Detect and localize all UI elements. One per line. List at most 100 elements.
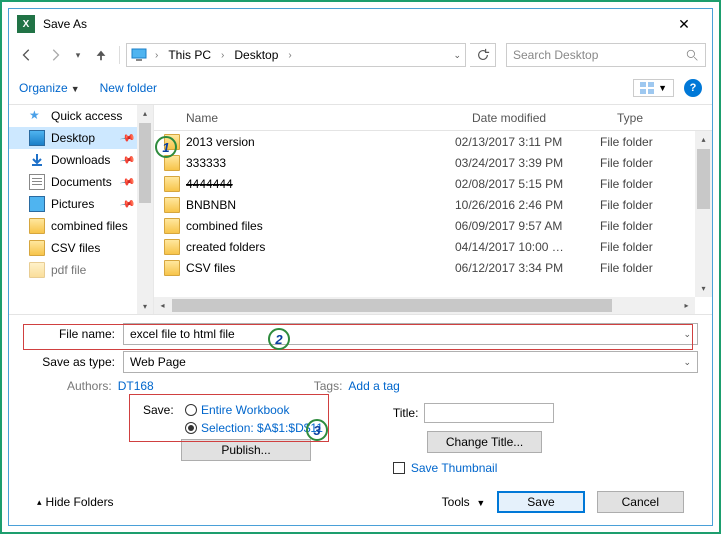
save-button[interactable]: Save: [497, 491, 584, 513]
chevron-right-icon[interactable]: ›: [219, 50, 226, 61]
chevron-right-icon[interactable]: ›: [286, 50, 293, 61]
breadcrumb-thispc[interactable]: This PC: [166, 48, 213, 62]
organize-menu[interactable]: Organize▼: [19, 81, 80, 95]
hide-folders-button[interactable]: ▴Hide Folders: [37, 495, 114, 509]
breadcrumb-desktop[interactable]: Desktop: [232, 48, 280, 62]
folder-icon: [164, 197, 180, 213]
file-name: combined files: [186, 219, 455, 233]
publish-button[interactable]: Publish...: [181, 439, 311, 461]
file-name: 333333: [186, 156, 455, 170]
folder-icon: [164, 239, 180, 255]
save-as-dialog: X Save As ✕ ▾ › This PC › Desktop › ⌄ Se…: [8, 8, 713, 526]
sidebar-item-folder[interactable]: pdf file: [9, 259, 153, 281]
pictures-icon: [29, 196, 45, 212]
file-name: created folders: [186, 240, 455, 254]
sidebar-item-folder[interactable]: combined files: [9, 215, 153, 237]
up-button[interactable]: [89, 43, 113, 67]
file-name-label: File name:: [23, 327, 123, 341]
cancel-button[interactable]: Cancel: [597, 491, 684, 513]
toolbar: Organize▼ New folder ▼ ?: [9, 71, 712, 105]
excel-icon: X: [17, 15, 35, 33]
col-date[interactable]: Date modified: [472, 111, 617, 125]
forward-button[interactable]: [43, 43, 67, 67]
sidebar-item-documents[interactable]: Documents📌: [9, 171, 153, 193]
save-thumbnail-checkbox[interactable]: [393, 462, 405, 474]
new-folder-button[interactable]: New folder: [100, 81, 157, 95]
col-name[interactable]: Name: [186, 111, 472, 125]
file-date: 10/26/2016 2:46 PM: [455, 198, 600, 212]
search-icon: [686, 49, 699, 62]
window-title: Save As: [43, 17, 87, 31]
file-type: File folder: [600, 156, 695, 170]
title-input[interactable]: [424, 403, 554, 423]
chevron-down-icon[interactable]: ⌄: [683, 357, 691, 368]
save-type-dropdown[interactable]: Web Page⌄: [123, 351, 698, 373]
folder-icon: [164, 218, 180, 234]
file-date: 06/12/2017 3:34 PM: [455, 261, 600, 275]
pin-icon: 📌: [119, 152, 136, 168]
file-name: BNBNBN: [186, 198, 455, 212]
save-type-label: Save as type:: [23, 355, 123, 369]
pin-icon: 📌: [119, 174, 136, 190]
search-input[interactable]: Search Desktop: [506, 43, 706, 67]
file-row[interactable]: 33333303/24/2017 3:39 PMFile folder: [154, 152, 695, 173]
chevron-right-icon[interactable]: ›: [153, 50, 160, 61]
file-name: 4444444: [186, 177, 455, 191]
monitor-icon: [131, 47, 147, 63]
folder-icon: [29, 218, 45, 234]
file-row[interactable]: created folders04/14/2017 10:00 …File fo…: [154, 236, 695, 257]
sidebar-item-desktop[interactable]: Desktop📌: [9, 127, 153, 149]
titlebar: X Save As ✕: [9, 9, 712, 39]
file-name-input[interactable]: excel file to html file⌄: [123, 323, 698, 345]
tools-menu[interactable]: Tools ▼: [442, 495, 486, 509]
help-button[interactable]: ?: [684, 79, 702, 97]
file-name: 2013 version: [186, 135, 455, 149]
address-dropdown[interactable]: ⌄: [453, 50, 461, 61]
folder-icon: [164, 260, 180, 276]
file-row[interactable]: CSV files06/12/2017 3:34 PMFile folder: [154, 257, 695, 278]
sidebar-item-folder[interactable]: CSV files: [9, 237, 153, 259]
file-vscrollbar[interactable]: ▴▾: [695, 131, 712, 297]
folder-icon: [164, 134, 180, 150]
file-type: File folder: [600, 177, 695, 191]
tags-value[interactable]: Add a tag: [348, 379, 399, 393]
chevron-down-icon[interactable]: ⌄: [683, 329, 691, 340]
file-date: 04/14/2017 10:00 …: [455, 240, 600, 254]
authors-value[interactable]: DT168: [118, 379, 154, 393]
file-row[interactable]: combined files06/09/2017 9:57 AMFile fol…: [154, 215, 695, 236]
pin-icon: 📌: [119, 196, 136, 212]
close-button[interactable]: ✕: [664, 10, 704, 38]
title-label: Title:: [393, 406, 419, 420]
file-row[interactable]: 444444402/08/2017 5:15 PMFile folder: [154, 173, 695, 194]
file-row[interactable]: 2013 version02/13/2017 3:11 PMFile folde…: [154, 131, 695, 152]
file-date: 03/24/2017 3:39 PM: [455, 156, 600, 170]
file-name: CSV files: [186, 261, 455, 275]
save-options: Save:Entire Workbook Selection: $A$1:$D$…: [143, 403, 323, 483]
form-area: File name: excel file to html file⌄ Save…: [9, 314, 712, 525]
back-button[interactable]: [15, 43, 39, 67]
folder-icon: [164, 176, 180, 192]
refresh-button[interactable]: [470, 43, 496, 67]
recent-dropdown[interactable]: ▾: [71, 43, 85, 67]
file-date: 06/09/2017 9:57 AM: [455, 219, 600, 233]
file-list: Name Date modified Type 2013 version02/1…: [154, 105, 712, 314]
tags-label: Tags:: [314, 379, 343, 393]
sidebar-scrollbar[interactable]: ▴▾: [137, 105, 153, 314]
col-type[interactable]: Type: [617, 111, 712, 125]
desktop-icon: [29, 130, 45, 146]
sidebar-item-downloads[interactable]: Downloads📌: [9, 149, 153, 171]
file-row[interactable]: BNBNBN10/26/2016 2:46 PMFile folder: [154, 194, 695, 215]
file-type: File folder: [600, 135, 695, 149]
file-hscrollbar[interactable]: ◂▸: [154, 297, 695, 314]
radio-selection[interactable]: [185, 422, 197, 434]
file-type: File folder: [600, 261, 695, 275]
change-title-button[interactable]: Change Title...: [427, 431, 542, 453]
download-icon: [29, 152, 45, 168]
sidebar-item-quick-access[interactable]: ★Quick access: [9, 105, 153, 127]
search-placeholder: Search Desktop: [513, 48, 598, 62]
address-bar[interactable]: › This PC › Desktop › ⌄: [126, 43, 466, 67]
sidebar-item-pictures[interactable]: Pictures📌: [9, 193, 153, 215]
view-button[interactable]: ▼: [633, 79, 674, 97]
file-type: File folder: [600, 219, 695, 233]
radio-entire-workbook[interactable]: [185, 404, 197, 416]
